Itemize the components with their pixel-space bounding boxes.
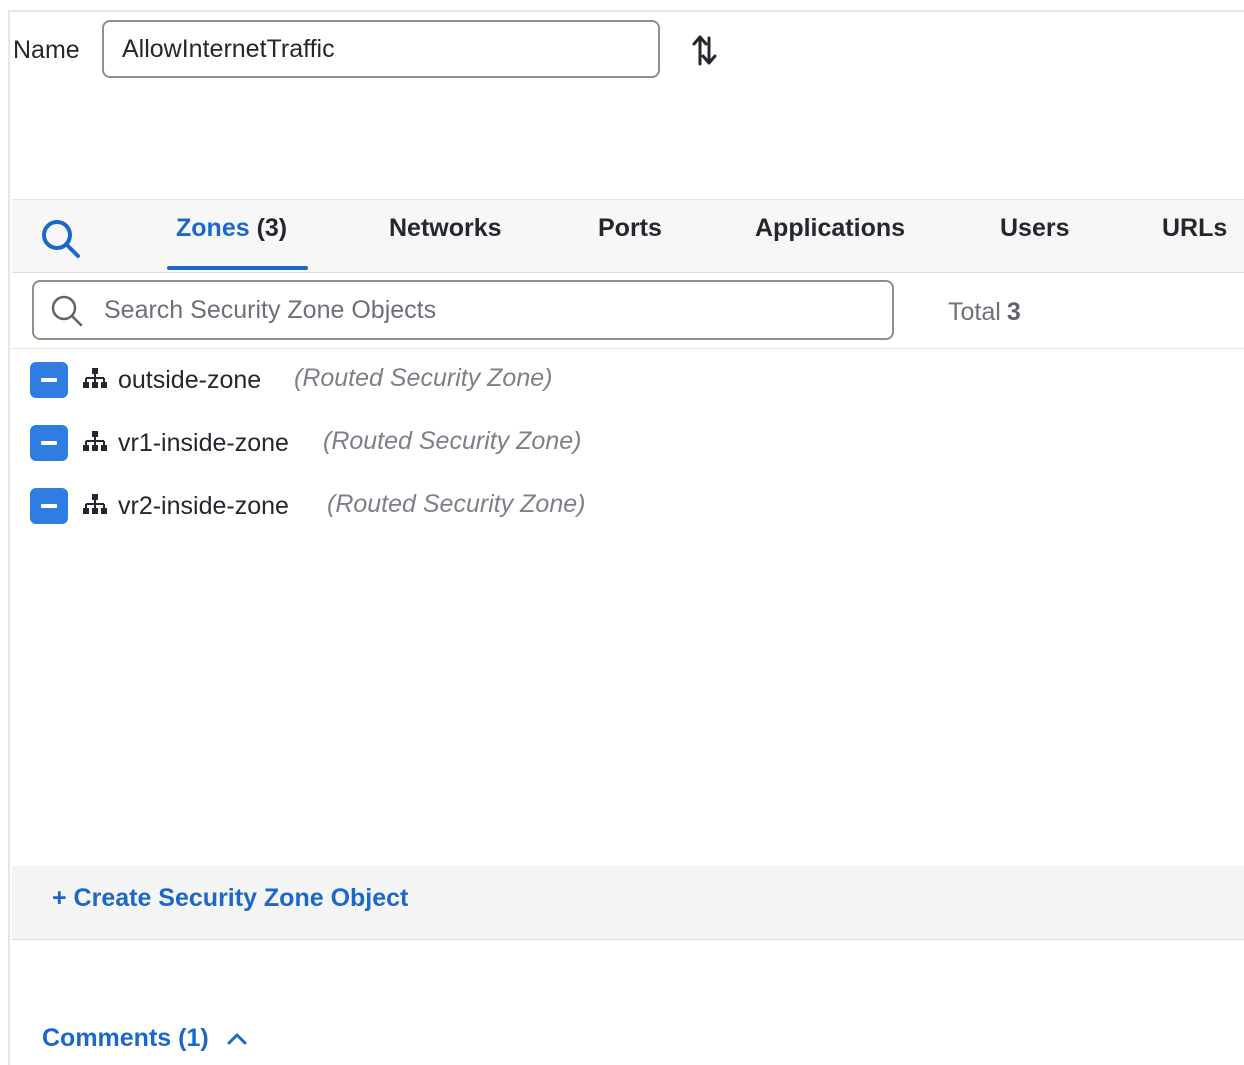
comments-label: Comments (1) — [42, 1024, 209, 1052]
active-tab-indicator — [167, 266, 308, 270]
comments-toggle[interactable]: Comments (1) — [42, 1024, 248, 1053]
tab-zones-count: (3) — [256, 214, 288, 242]
create-security-zone-link[interactable]: + Create Security Zone Object — [52, 884, 408, 913]
tab-zones[interactable]: Zones (3) — [176, 214, 287, 243]
zone-name: vr1-inside-zone — [118, 429, 289, 457]
list-item: vr2-inside-zone (Routed Security Zone) — [30, 488, 930, 528]
tab-networks[interactable]: Networks — [389, 214, 502, 243]
zone-name: vr2-inside-zone — [118, 492, 289, 520]
name-input[interactable] — [102, 20, 660, 78]
tab-zones-label: Zones — [176, 214, 250, 242]
search-icon — [51, 295, 83, 327]
name-label: Name — [13, 36, 80, 64]
create-bar: + Create Security Zone Object — [12, 866, 1244, 940]
total-count: Total 3 — [948, 298, 1021, 327]
total-value: 3 — [1006, 298, 1021, 326]
total-label: Total — [948, 298, 1001, 326]
zone-name: outside-zone — [118, 366, 262, 394]
remove-button[interactable] — [30, 488, 68, 524]
list-item: outside-zone (Routed Security Zone) — [30, 362, 930, 402]
zone-type: (Routed Security Zone) — [294, 364, 553, 392]
zone-hierarchy-icon — [83, 494, 107, 514]
zone-search-input[interactable] — [104, 290, 864, 330]
list-item: vr1-inside-zone (Routed Security Zone) — [30, 425, 930, 465]
swap-arrows-icon[interactable] — [690, 32, 720, 68]
rule-editor-panel: Name Zones (3) Networks Ports Applicatio… — [8, 10, 1244, 1065]
tab-ports[interactable]: Ports — [598, 214, 662, 243]
tab-applications[interactable]: Applications — [755, 214, 905, 243]
zone-hierarchy-icon — [83, 431, 107, 451]
zone-type: (Routed Security Zone) — [323, 427, 582, 455]
remove-button[interactable] — [30, 362, 68, 398]
zone-search-box — [32, 280, 894, 340]
tab-users[interactable]: Users — [1000, 214, 1070, 243]
zone-hierarchy-icon — [83, 368, 107, 388]
search-icon[interactable] — [40, 218, 82, 260]
chevron-up-icon — [227, 1033, 247, 1045]
zone-type: (Routed Security Zone) — [327, 490, 586, 518]
remove-button[interactable] — [30, 425, 68, 461]
divider — [12, 348, 1244, 349]
tab-urls[interactable]: URLs — [1162, 214, 1227, 243]
object-tabs: Zones (3) Networks Ports Applications Us… — [12, 199, 1244, 273]
